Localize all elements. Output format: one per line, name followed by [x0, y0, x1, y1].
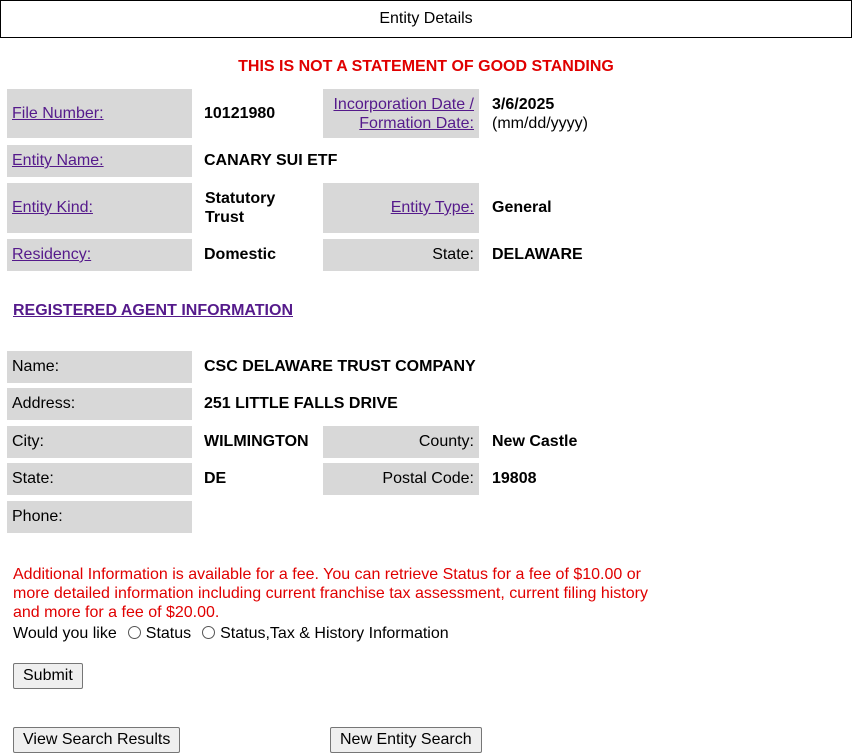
residency-value: Domestic: [204, 246, 277, 263]
agent-name-value: CSC DELAWARE TRUST COMPANY: [204, 358, 476, 375]
file-number-link[interactable]: File Number:: [12, 105, 104, 123]
agent-postal-label: Postal Code:: [323, 463, 479, 495]
question-prompt: Would you like: [13, 625, 117, 642]
incorporation-date-link[interactable]: Incorporation Date /: [333, 95, 474, 114]
agent-address-label: Address:: [7, 388, 192, 420]
entity-type-label-cell: Entity Type:: [323, 183, 479, 233]
residency-label-cell: Residency:: [7, 239, 192, 271]
agent-state-label: State:: [7, 463, 192, 495]
new-entity-search-button[interactable]: New Entity Search: [330, 727, 482, 753]
entity-name-value: CANARY SUI ETF: [204, 152, 338, 169]
view-search-results-button[interactable]: View Search Results: [13, 727, 181, 753]
agent-county-label: County:: [323, 426, 479, 458]
entity-kind-line1: Statutory: [205, 190, 276, 207]
info-options: Would you like Status Status,Tax & Histo…: [13, 625, 449, 643]
status-tax-history-radio-label[interactable]: Status,Tax & History Information: [220, 625, 449, 643]
entity-name-link[interactable]: Entity Name:: [12, 152, 104, 170]
entity-name-label-cell: Entity Name:: [7, 145, 192, 177]
agent-name-label: Name:: [7, 351, 192, 383]
file-number-value: 10121980: [204, 104, 276, 122]
status-tax-history-radio[interactable]: [202, 625, 216, 639]
formation-date-link[interactable]: Formation Date:: [359, 114, 474, 133]
agent-county-value: New Castle: [492, 433, 578, 450]
state-value: DELAWARE: [492, 246, 583, 263]
state-label: State:: [323, 239, 479, 271]
incorporation-date: 3/6/2025: [492, 96, 555, 113]
entity-type-link[interactable]: Entity Type:: [391, 199, 474, 217]
agent-postal-value: 19808: [492, 470, 537, 487]
entity-kind-link[interactable]: Entity Kind:: [12, 199, 93, 217]
good-standing-warning: THIS IS NOT A STATEMENT OF GOOD STANDING: [238, 58, 614, 75]
entity-type-value: General: [492, 199, 552, 216]
agent-city-value: WILMINGTON: [204, 433, 309, 450]
date-format-hint: (mm/dd/yyyy): [492, 115, 588, 132]
entity-kind-value: Statutory Trust: [205, 189, 275, 227]
entity-kind-label-cell: Entity Kind:: [7, 183, 192, 233]
entity-kind-line2: Trust: [205, 209, 245, 226]
page-title-text: Entity Details: [379, 10, 473, 27]
status-radio[interactable]: [127, 625, 141, 639]
incorporation-date-label-cell: Incorporation Date / Formation Date:: [323, 89, 479, 138]
agent-state-value: DE: [204, 470, 227, 487]
status-radio-label[interactable]: Status: [146, 625, 191, 643]
registered-agent-heading-link[interactable]: REGISTERED AGENT INFORMATION: [13, 302, 293, 320]
file-number-label-cell: File Number:: [7, 89, 192, 138]
agent-phone-label: Phone:: [7, 501, 192, 533]
submit-button[interactable]: Submit: [13, 663, 83, 689]
agent-address-value: 251 LITTLE FALLS DRIVE: [204, 395, 398, 412]
agent-city-label: City:: [7, 426, 192, 458]
page-title: Entity Details: [0, 0, 852, 38]
incorporation-date-value: 3/6/2025 (mm/dd/yyyy): [492, 95, 588, 133]
residency-link[interactable]: Residency:: [12, 246, 91, 264]
fee-information-text: Additional Information is available for …: [13, 566, 648, 621]
